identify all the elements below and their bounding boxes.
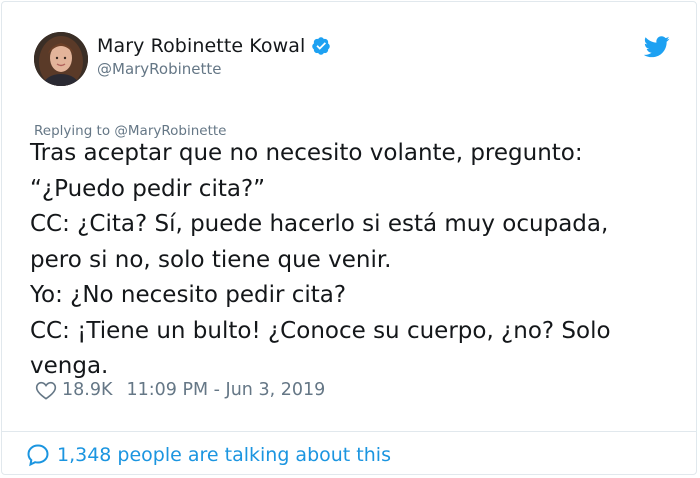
heart-icon[interactable]: [35, 380, 57, 400]
tweet-timestamp[interactable]: 11:09 PM - Jun 3, 2019: [126, 380, 325, 400]
twitter-bird-icon[interactable]: [644, 36, 670, 58]
divider: [2, 431, 696, 432]
author-handle[interactable]: @MaryRobinette: [97, 60, 222, 78]
like-count[interactable]: 18.9K: [62, 380, 112, 400]
conversation-link[interactable]: 1,348 people are talking about this: [26, 443, 391, 467]
conversation-count-label[interactable]: 1,348 people are talking about this: [57, 444, 391, 466]
author-display-name[interactable]: Mary Robinette Kowal: [97, 35, 305, 57]
verified-badge-icon: [312, 37, 331, 55]
speech-bubble-icon: [27, 444, 49, 467]
avatar-photo: [34, 32, 88, 86]
tweet-meta: 18.9K 11:09 PM - Jun 3, 2019: [35, 380, 325, 400]
avatar[interactable]: [34, 32, 88, 86]
tweet-card: Mary Robinette Kowal @MaryRobinette Repl…: [1, 1, 697, 475]
tweet-text: Tras aceptar que no necesito volante, pr…: [30, 140, 611, 379]
author-name-row[interactable]: Mary Robinette Kowal: [97, 35, 331, 57]
